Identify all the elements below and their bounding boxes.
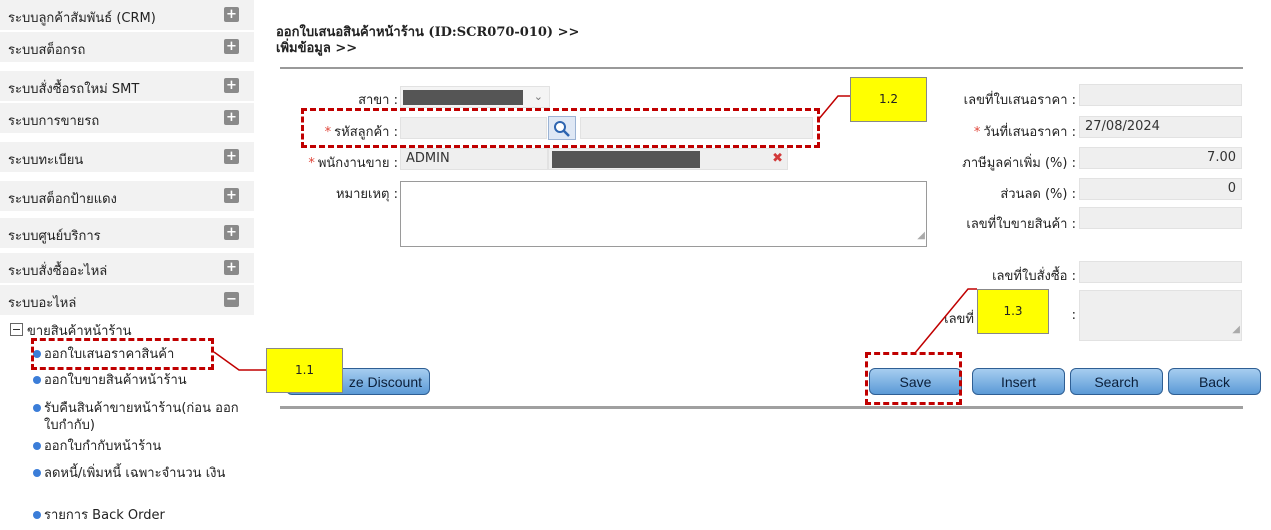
sidebar-item-label: ระบบสั่งซื้อรถใหม่ SMT	[8, 82, 140, 97]
search-button[interactable]: Search	[1070, 368, 1163, 395]
sidebar-item-parts[interactable]: ระบบอะไหล่ −	[0, 285, 254, 316]
back-button[interactable]: Back	[1168, 368, 1261, 395]
highlight-box-save	[865, 352, 962, 405]
insert-button[interactable]: Insert	[972, 368, 1065, 395]
submenu-item-label: รับคืนสินค้าขายหน้าร้าน(ก่อน ออกใบกำกับ)	[44, 401, 239, 433]
chevron-down-icon: ⌄	[533, 90, 543, 103]
vat-input[interactable]: 7.00	[1079, 147, 1242, 169]
submenu-item-label: ลดหนี้/เพิ่มหนี้ เฉพาะจำนวน เงิน	[44, 466, 226, 481]
quote-date-input[interactable]: 27/08/2024	[1079, 116, 1242, 138]
last-textarea: ◢	[1079, 290, 1242, 341]
submenu-item-return[interactable]: รับคืนสินค้าขายหน้าร้าน(ก่อน ออกใบกำกับ)	[33, 400, 249, 434]
sidebar-item-label: ระบบสต็อกรถ	[8, 43, 86, 58]
submenu-group-label: ขายสินค้าหน้าร้าน	[27, 324, 132, 339]
expand-icon[interactable]: +	[224, 110, 239, 125]
resize-handle-icon: ◢	[1232, 324, 1240, 335]
bullet-icon	[33, 376, 41, 384]
submenu-item-tax-invoice[interactable]: ออกใบกำกับหน้าร้าน	[33, 438, 249, 455]
bullet-icon	[33, 442, 41, 450]
discount-label: ส่วนลด (%) :	[1000, 187, 1076, 202]
expand-icon[interactable]: +	[224, 7, 239, 22]
submenu-item-label: รายการ Back Order	[44, 508, 165, 523]
header-divider	[280, 67, 1243, 69]
sidebar-item-label: ระบบศูนย์บริการ	[8, 229, 101, 244]
page-title-line2: เพิ่มข้อมูล >>	[276, 41, 358, 56]
sidebar: ระบบลูกค้าสัมพันธ์ (CRM) + ระบบสต็อกรถ +…	[0, 0, 258, 530]
quote-date-label: * วันที่เสนอราคา :	[973, 125, 1076, 140]
highlight-box-quotation	[31, 338, 214, 370]
expand-icon[interactable]: +	[224, 260, 239, 275]
expand-icon[interactable]: +	[224, 225, 239, 240]
sidebar-item-label: ระบบทะเบียน	[8, 153, 84, 168]
highlight-box-customer	[301, 108, 820, 148]
callout-1-3: 1.3	[977, 289, 1049, 334]
bullet-icon	[33, 511, 41, 519]
bullet-icon	[33, 469, 41, 477]
sidebar-item-red-plate-stock[interactable]: ระบบสต็อกป้ายแดง +	[0, 181, 254, 212]
expand-icon[interactable]: +	[224, 149, 239, 164]
sidebar-item-label: ระบบสต็อกป้ายแดง	[8, 192, 117, 207]
discount-input[interactable]: 0	[1079, 178, 1242, 200]
submenu-item-debit-credit[interactable]: ลดหนี้/เพิ่มหนี้ เฉพาะจำนวน เงิน	[33, 465, 249, 482]
branch-label: สาขา :	[358, 93, 398, 108]
expand-icon[interactable]: +	[224, 39, 239, 54]
branch-select[interactable]: ⌄	[400, 86, 550, 108]
collapse-box-icon[interactable]	[10, 323, 23, 336]
sidebar-item-label: ระบบอะไหล่	[8, 296, 77, 311]
sale-no-input	[1079, 207, 1242, 229]
submenu-item-retail-invoice[interactable]: ออกใบขายสินค้าหน้าร้าน	[33, 372, 249, 389]
po-no-input	[1079, 261, 1242, 283]
salesperson-label: * พนักงานขาย :	[308, 156, 398, 171]
salesperson-input[interactable]: ADMIN	[400, 148, 548, 170]
sidebar-item-label: ระบบสั่งซื้ออะไหล่	[8, 264, 108, 279]
submenu-item-label: ออกใบกำกับหน้าร้าน	[44, 439, 162, 454]
sidebar-item-label: ระบบการขายรถ	[8, 114, 100, 129]
last-field-label: เลขที่	[944, 312, 974, 327]
remark-textarea[interactable]: ◢	[400, 181, 927, 247]
footer-divider	[280, 406, 1243, 409]
sidebar-item-registration[interactable]: ระบบทะเบียน +	[0, 142, 254, 173]
submenu-item-label: ออกใบขายสินค้าหน้าร้าน	[44, 373, 187, 388]
expand-icon[interactable]: +	[224, 78, 239, 93]
callout-1-2: 1.2	[850, 77, 927, 122]
sale-no-label: เลขที่ใบขายสินค้า :	[966, 217, 1076, 232]
sidebar-item-car-stock[interactable]: ระบบสต็อกรถ +	[0, 32, 254, 63]
submenu-group-retail-sales[interactable]: ขายสินค้าหน้าร้าน	[10, 320, 132, 339]
redacted-block	[552, 151, 700, 168]
page-title-line1: ออกใบเสนอสินค้าหน้าร้าน (ID:SCR070-010) …	[276, 25, 580, 40]
bullet-icon	[33, 404, 41, 412]
sidebar-item-service-center[interactable]: ระบบศูนย์บริการ +	[0, 218, 254, 249]
redacted-block	[403, 90, 523, 105]
vat-label: ภาษีมูลค่าเพิ่ม (%) :	[962, 156, 1076, 171]
expand-icon[interactable]: +	[224, 188, 239, 203]
remark-label: หมายเหตุ :	[335, 187, 398, 202]
last-field-label-suffix: :	[1071, 308, 1076, 323]
clear-icon[interactable]: ✖	[772, 149, 783, 169]
page-title: ออกใบเสนอสินค้าหน้าร้าน (ID:SCR070-010) …	[276, 25, 579, 57]
sidebar-item-parts-order[interactable]: ระบบสั่งซื้ออะไหล่ +	[0, 253, 254, 284]
po-no-label: เลขที่ใบสั่งซื้อ :	[992, 269, 1076, 284]
sidebar-item-car-sales[interactable]: ระบบการขายรถ +	[0, 103, 254, 134]
sidebar-item-order-new-car[interactable]: ระบบสั่งซื้อรถใหม่ SMT +	[0, 71, 254, 102]
sidebar-item-label: ระบบลูกค้าสัมพันธ์ (CRM)	[8, 11, 156, 26]
collapse-icon[interactable]: −	[224, 292, 239, 307]
salesperson-name-field: ✖	[548, 148, 788, 170]
main-panel: ออกใบเสนอสินค้าหน้าร้าน (ID:SCR070-010) …	[258, 0, 1271, 530]
sidebar-item-crm[interactable]: ระบบลูกค้าสัมพันธ์ (CRM) +	[0, 0, 254, 31]
callout-1-1: 1.1	[266, 348, 343, 393]
quote-no-input	[1079, 84, 1242, 106]
submenu-item-back-order[interactable]: รายการ Back Order	[33, 507, 249, 524]
